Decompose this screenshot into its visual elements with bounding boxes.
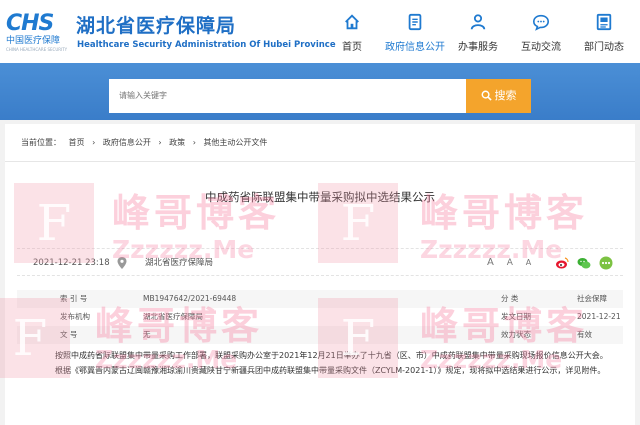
info-label: 索 引 号 (60, 294, 88, 303)
home-icon (345, 14, 359, 30)
document-icon (408, 13, 422, 31)
site-subtitle: Healthcare Security Administration Of Hu… (77, 40, 336, 50)
chat-icon (532, 14, 550, 31)
news-icon (596, 13, 612, 31)
breadcrumb-prefix: 当前位置： (21, 138, 61, 147)
info-row: 索 引 号 MB1947642/2021-69448 分 类 社会保障 (17, 290, 623, 308)
site-title: 湖北省医疗保障局 (76, 15, 237, 37)
info-value: 无 (143, 330, 151, 339)
logo-subtitle: 中国医疗保障 (6, 36, 61, 46)
nav-services-label: 办事服务 (458, 42, 498, 53)
breadcrumb-policy[interactable]: 政策 (169, 138, 185, 147)
info-value: 湖北省医疗保障局 (143, 312, 203, 321)
logo-mark: CHS (6, 11, 54, 36)
article-title: 中成药省际联盟集中带量采购拟中选结果公示 (205, 190, 435, 204)
info-label: 发文日期 (501, 312, 531, 321)
search-icon (481, 90, 492, 101)
info-value: 社会保障 (577, 294, 607, 303)
breadcrumb-separator: › (92, 138, 96, 147)
nav-news[interactable]: 部门动态 (572, 0, 636, 63)
search-button-label: 搜索 (494, 89, 517, 102)
nav-home-label: 首页 (342, 42, 362, 53)
source-pin-icon (117, 257, 127, 269)
nav-gov-info[interactable]: 政府信息公开 (383, 0, 447, 63)
breadcrumb-separator: › (192, 138, 196, 147)
font-medium-button[interactable]: A (507, 258, 513, 268)
weibo-share-icon[interactable] (555, 256, 569, 270)
font-large-button[interactable]: A (487, 257, 494, 268)
font-size-controls: A A A (487, 249, 541, 277)
nav-services[interactable]: 办事服务 (446, 0, 510, 63)
info-label: 分 类 (501, 294, 519, 303)
nav-home[interactable]: 首页 (320, 0, 384, 63)
article-source: 湖北省医疗保障局 (145, 258, 214, 268)
site-header: CHS 中国医疗保障 CHINA HEALTHCARE SECURITY 湖北省… (0, 0, 640, 63)
wechat-share-icon[interactable] (577, 256, 591, 270)
share-more-icon[interactable] (599, 256, 613, 270)
info-value: 有效 (577, 330, 592, 339)
breadcrumb-separator: › (158, 138, 162, 147)
info-label: 发布机构 (60, 312, 90, 321)
search-input[interactable] (109, 79, 466, 113)
breadcrumb-gov-info[interactable]: 政府信息公开 (103, 138, 151, 147)
nav-news-label: 部门动态 (584, 42, 624, 53)
font-small-button[interactable]: A (526, 258, 531, 267)
person-icon (470, 14, 486, 30)
search-button[interactable]: 搜索 (466, 79, 531, 113)
nav-interaction-label: 互动交流 (521, 42, 561, 53)
info-value: 2021-12-21 (577, 312, 621, 321)
info-label: 效力状态 (501, 330, 531, 339)
info-value: MB1947642/2021-69448 (143, 294, 237, 303)
article-body: 按照中成药省际联盟集中带量采购工作部署，联盟采购办公室于2021年12月21日举… (55, 351, 608, 375)
nav-interaction[interactable]: 互动交流 (509, 0, 573, 63)
article-meta: 2021-12-21 23:18 湖北省医疗保障局 A A A (17, 248, 623, 276)
breadcrumb: 当前位置： 首页 › 政府信息公开 › 政策 › 其他主动公开文件 (5, 124, 635, 162)
info-row: 发布机构 湖北省医疗保障局 发文日期 2021-12-21 (17, 308, 623, 326)
info-row: 文 号 无 效力状态 有效 (17, 326, 623, 344)
article-card: 中成药省际联盟集中带量采购拟中选结果公示 2021-12-21 23:18 湖北… (5, 162, 635, 425)
nav-gov-info-label: 政府信息公开 (385, 42, 445, 53)
chs-logo[interactable]: CHS 中国医疗保障 CHINA HEALTHCARE SECURITY (6, 11, 68, 53)
info-label: 文 号 (60, 330, 78, 339)
breadcrumb-home[interactable]: 首页 (69, 138, 85, 147)
logo-tagline: CHINA HEALTHCARE SECURITY (6, 47, 68, 52)
breadcrumb-other-files[interactable]: 其他主动公开文件 (203, 138, 267, 147)
article-date: 2021-12-21 23:18 (33, 258, 110, 268)
